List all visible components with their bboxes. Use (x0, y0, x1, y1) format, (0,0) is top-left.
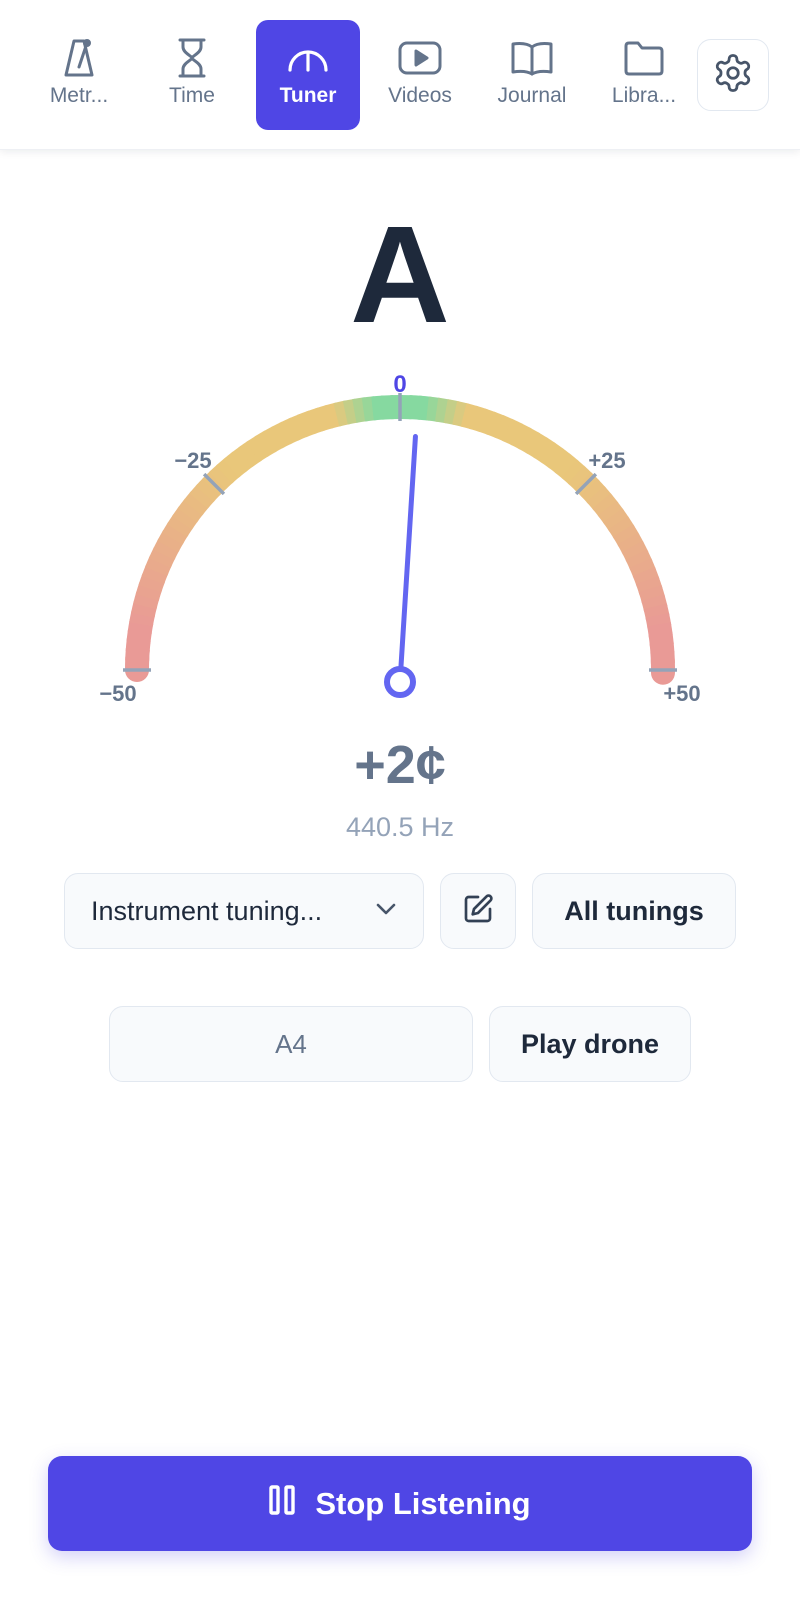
video-icon (398, 36, 442, 80)
tab-videos[interactable]: Videos (368, 20, 472, 130)
tuning-gauge: 0 −25 +25 −50 +50 (99, 371, 700, 706)
tab-metronome[interactable]: Metr... (27, 20, 131, 130)
drone-note-field[interactable]: A4 (109, 1006, 473, 1082)
scale-label-low: −25 (174, 448, 211, 473)
cents-readout: +2¢ (354, 735, 446, 795)
metronome-icon (57, 36, 101, 80)
folder-icon (622, 36, 666, 80)
tuning-select[interactable]: Instrument tuning... (64, 873, 424, 949)
needle-pivot (384, 666, 416, 698)
top-navigation: Metr... Time Tuner Videos Journal Libra.… (0, 0, 800, 150)
tab-library[interactable]: Libra... (592, 20, 696, 130)
tab-journal-label: Journal (497, 84, 567, 107)
tab-tuner[interactable]: Tuner (256, 20, 360, 130)
tab-metronome-label: Metr... (49, 84, 109, 107)
tab-time-label: Time (169, 84, 215, 107)
scale-label-high: +25 (588, 448, 625, 473)
tuner-gauge-icon (286, 36, 330, 80)
gauge-arc (125, 395, 676, 685)
chevron-down-icon (375, 902, 397, 921)
stop-listening-label: Stop Listening (315, 1485, 531, 1521)
scale-label-center: 0 (393, 371, 406, 398)
settings-button[interactable] (697, 39, 769, 111)
scale-label-max: +50 (663, 681, 700, 706)
play-drone-button[interactable]: Play drone (489, 1006, 691, 1082)
tab-library-label: Libra... (611, 84, 677, 107)
detected-note: A (350, 198, 450, 352)
scale-label-min: −50 (99, 681, 136, 706)
edit-icon (462, 893, 494, 930)
tab-tuner-label: Tuner (279, 84, 337, 107)
all-tunings-button[interactable]: All tunings (532, 873, 736, 949)
stop-listening-button[interactable]: Stop Listening (48, 1456, 752, 1551)
hourglass-icon (170, 36, 214, 80)
pause-icon (269, 1484, 296, 1523)
gauge-ticks (123, 393, 677, 672)
tuner-needle (397, 433, 418, 685)
tab-time[interactable]: Time (140, 20, 244, 130)
frequency-readout: 440.5 Hz (345, 812, 455, 842)
book-icon (510, 36, 554, 80)
tab-videos-label: Videos (388, 84, 452, 107)
gear-icon (712, 52, 754, 99)
tab-journal[interactable]: Journal (480, 20, 584, 130)
tuning-select-value: Instrument tuning... (91, 895, 323, 926)
edit-tuning-button[interactable] (440, 873, 516, 949)
